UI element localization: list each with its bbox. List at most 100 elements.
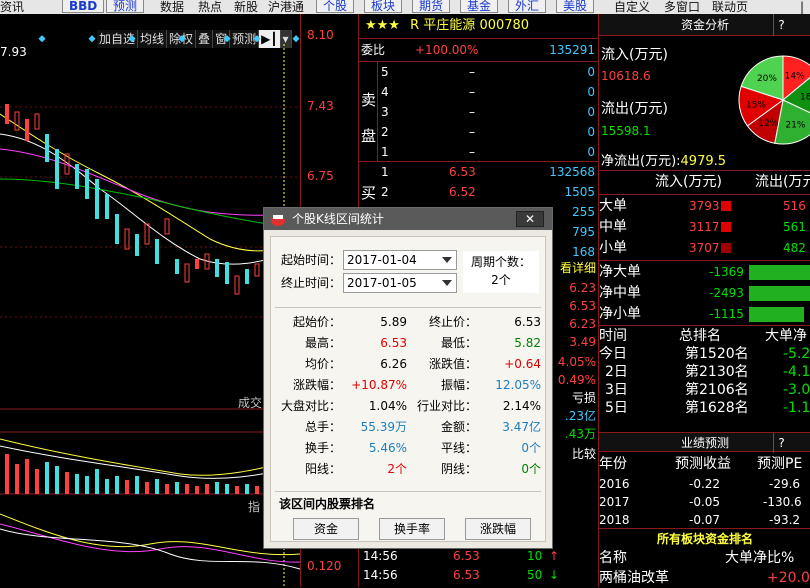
ranking-row: 3日 第2106名 -3.0 [605,382,810,398]
sector-title: 所有板块资金排名 [599,528,810,548]
menu-item-custom[interactable]: 自定义 [614,0,650,14]
stock-code: 000780 [479,18,530,33]
rank-by-fund-button[interactable]: 资金 [293,518,359,540]
start-date-select[interactable]: 2017-01-04 [343,250,457,270]
stat-value: 5.46% [368,441,407,455]
forecast-row: 2017 -0.05 -130.6 [599,495,802,509]
stat-label: 大盘对比： [280,399,341,413]
outflow-value: 15598.1 [601,124,651,138]
sell-row: 4–0 [381,85,595,99]
pie-label: 12% [758,119,778,129]
menu-item-linked-page[interactable]: 联动页 [712,0,748,14]
period-count-box: 周期个数： 2个 [463,251,539,293]
forecast-row: 2016 -0.22 -29.6 [599,477,801,491]
inflow-value: 10618.6 [601,69,651,83]
sector-row[interactable]: 两桶油改革 +20.0 [599,568,810,588]
dialog-titlebar[interactable]: 个股K线区间统计 ✕ [264,208,552,230]
dialog-body: 起始时间： 2017-01-04 终止时间： 2017-01-05 周期个数： 2… [270,236,546,542]
pie-label: 18% [800,93,810,103]
sector-header: 名称 大单净比% [599,550,795,566]
chevron-down-icon [442,257,452,263]
sell-row: 3–0 [381,105,595,119]
rank-by-change-button[interactable]: 涨跌幅 [465,518,531,540]
pie-label: 14% [785,71,805,81]
stat-label: 涨跌值： [428,357,477,371]
pie-label: 15% [746,100,766,110]
stat-value: +0.64 [504,357,541,371]
buy-vol: 795 [572,225,595,239]
forecast-title: 业绩预测 ? [599,432,810,453]
detail-link[interactable]: 看详细 [560,258,596,278]
stock-name: 平庄能源 [423,18,476,33]
menu-item-futures[interactable]: 期货 [412,0,451,13]
menu-item-news[interactable]: 资讯 [0,0,24,14]
close-icon[interactable]: ✕ [516,211,544,227]
sell-label: 卖盘 [361,91,377,145]
tick-row: 14:56 6.53 50 ↓ [363,568,560,582]
help-icon[interactable]: ? [773,14,789,36]
stat-value: 5.89 [380,315,407,329]
rank-by-turnover-button[interactable]: 换手率 [379,518,445,540]
stat-label: 阳线： [304,462,341,476]
order-row: 大单 3793 516 [599,198,806,214]
rank-section-title: 该区间内股票排名 [279,497,376,511]
kline-range-stats-dialog: 个股K线区间统计 ✕ 起始时间： 2017-01-04 终止时间： 2017-0… [263,207,553,549]
menu-item-hk-connect[interactable]: 沪港通 [268,0,304,14]
quote-price: 6.53 [569,299,596,313]
fund-title: 资金分析 ? [599,14,810,36]
sell-row: 2–0 [381,125,595,139]
ranking-header: 时间 总排名 大单净 [599,328,807,344]
fund-pie-chart: 20% 14% 18% 21% 12% 15% [738,55,810,145]
quote-pct: 0.49% [557,373,596,387]
stat-label: 涨跌幅： [292,378,341,392]
stat-value: 5.82 [514,336,541,350]
start-time-label: 起始时间： [281,253,342,267]
stock-flag: R [410,18,420,33]
quote-pct: 4.05% [557,355,596,369]
stat-value: 12.05% [495,378,541,392]
end-time-label: 终止时间： [281,276,342,290]
stat-label: 换手： [304,441,341,455]
pie-label: 20% [757,74,777,84]
compare-label[interactable]: 比较 [572,444,596,464]
stat-label: 起始价： [292,315,341,329]
kline-chart-area[interactable]: 加自选均线除权叠窗预测▶┃▾ 7.93 [0,14,300,587]
stat-value: 1.04% [368,399,407,413]
menu-item-multi-window[interactable]: 多窗口 [664,0,700,14]
stat-value: +10.87% [351,378,407,392]
dialog-title: 个股K线区间统计 [292,212,384,226]
menu-item-hot[interactable]: 热点 [198,0,222,14]
net-order-row: 净小单 -1115 [599,304,810,324]
app-icon [270,212,286,226]
stat-value: 0个 [521,441,541,455]
menu-item-sector[interactable]: 板块 [364,0,403,13]
axis-tick: 0.120 [307,559,342,573]
menu-item-ipo[interactable]: 新股 [234,0,258,14]
quote-amount: .23亿 [564,409,596,423]
forecast-row: 2018 -0.07 -93.2 [599,513,801,527]
menu-item-forecast[interactable]: 预测 [106,0,145,13]
buy-label: 买 [361,184,377,202]
quote-price: 3.49 [569,335,596,349]
menu-item-fund[interactable]: 基金 [460,0,499,13]
menu-item-forex[interactable]: 外汇 [508,0,547,13]
stat-value: 0个 [521,462,541,476]
weibi-count: 135291 [549,43,595,57]
forecast-header: 年份 预测收益 预测PE [599,456,803,472]
outflow-label: 流出(万元) [601,101,668,117]
menu-item-bbd[interactable]: BBD [62,0,105,13]
stat-label: 平线： [440,441,477,455]
col-inflow: 流入(万元) [655,174,722,190]
stat-label: 振幅： [440,378,477,392]
stat-value: 2个 [387,462,407,476]
menu-item-data[interactable]: 数据 [160,0,184,14]
indicator-label: 指 [248,500,261,514]
stat-label: 均价： [304,357,341,371]
stat-label: 最高： [304,336,341,350]
stat-value: 55.39万 [360,420,407,434]
event-markers [38,35,300,43]
end-date-select[interactable]: 2017-01-05 [343,273,457,293]
help-icon[interactable]: ? [773,433,789,453]
menu-item-us-stock[interactable]: 美股 [556,0,595,13]
menu-item-stock[interactable]: 个股 [316,0,355,13]
